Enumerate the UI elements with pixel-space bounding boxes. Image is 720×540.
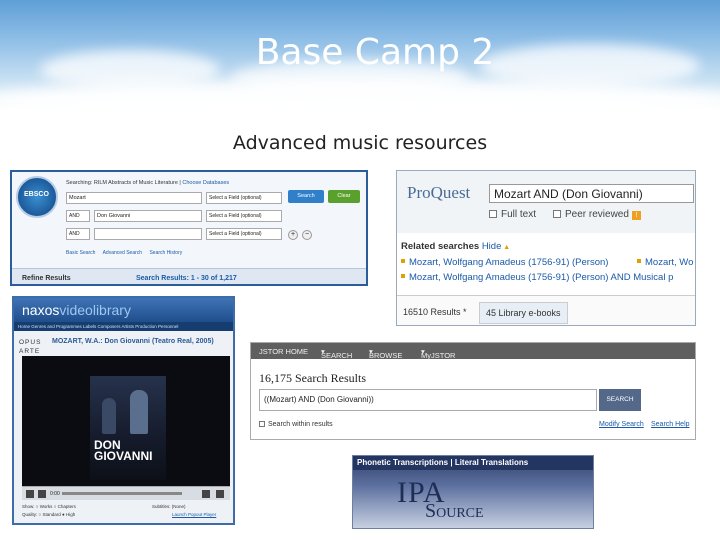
ebsco-logo: EBSCO (16, 176, 58, 218)
search-term-input[interactable] (94, 228, 202, 240)
search-term-input[interactable]: Don Giovanni (94, 210, 202, 222)
modify-search-link[interactable]: Modify Search (599, 421, 644, 428)
video-player[interactable]: DON GIOVANNI (22, 356, 230, 486)
jstor-search-input[interactable]: ((Mozart) AND (Don Giovanni)) (259, 389, 597, 411)
search-results-count: Search Results: 1 - 30 of 1,217 (136, 275, 237, 282)
related-search-link[interactable]: Mozart, Wo (637, 257, 693, 268)
play-icon[interactable] (26, 490, 34, 498)
refine-results-heading: Refine Results (22, 275, 71, 282)
boolean-operator-select[interactable]: AND (66, 228, 90, 240)
related-searches-heading: Related searches Hide ▲ (401, 241, 511, 252)
naxos-logo: naxosvideolibrary (22, 302, 131, 318)
chapters-radio[interactable]: ○ Chapters (54, 504, 76, 509)
high-radio[interactable]: ● High (62, 512, 75, 517)
ebsco-links: Basic Search Advanced Search Search Hist… (66, 250, 188, 256)
ipa-nav-bar[interactable]: Phonetic Transcriptions | Literal Transl… (353, 456, 593, 470)
ipa-source-screenshot: Phonetic Transcriptions | Literal Transl… (352, 455, 594, 529)
naxos-screenshot: naxosvideolibrary Home Genres and Progra… (12, 296, 235, 525)
boolean-operator-select[interactable]: AND (66, 210, 90, 222)
video-controls: 0:00 (22, 486, 230, 500)
seek-bar[interactable] (62, 492, 182, 495)
field-select[interactable]: Select a Field (optional) (206, 228, 282, 240)
stop-icon[interactable] (38, 490, 46, 498)
jstor-nav: JSTOR HOME SEARCH ▾ BROWSE ▾ MyJSTOR ▾ (251, 343, 695, 360)
proquest-header: ProQuest Mozart AND (Don Giovanni) Full … (397, 171, 695, 233)
peer-reviewed-checkbox[interactable]: Peer reviewed! (553, 209, 641, 220)
jstor-search-button[interactable]: SEARCH (599, 389, 641, 411)
info-icon[interactable]: ! (631, 211, 641, 220)
works-radio[interactable]: ○ Works (36, 504, 53, 509)
search-button[interactable]: Search (288, 190, 324, 203)
time-display: 0:00 (50, 491, 60, 497)
search-history-link[interactable]: Search History (149, 250, 182, 256)
jstor-screenshot: JSTOR HOME SEARCH ▾ BROWSE ▾ MyJSTOR ▾ 1… (250, 342, 696, 440)
standard-radio[interactable]: ○ Standard (39, 512, 61, 517)
video-title: MOZART, W.A.: Don Giovanni (Teatro Real,… (52, 338, 214, 345)
basic-search-link[interactable]: Basic Search (66, 250, 95, 256)
field-select[interactable]: Select a Field (optional) (206, 210, 282, 222)
proquest-result-tabs: 16510 Results * 45 Library e-books (397, 295, 695, 325)
hide-link[interactable]: Hide (482, 241, 502, 252)
clear-button[interactable]: Clear (328, 190, 360, 203)
ebsco-screenshot: EBSCO Searching: RILM Abstracts of Music… (10, 170, 368, 286)
proquest-logo: ProQuest (407, 183, 471, 202)
search-term-input[interactable]: Mozart (66, 192, 202, 204)
slide-subtitle: Advanced music resources (232, 132, 488, 154)
jstor-result-count: 16,175 Search Results (259, 371, 366, 385)
subtitles-select[interactable]: (None) (172, 504, 186, 509)
nav-browse[interactable]: BROWSE ▾ (369, 347, 402, 360)
launch-popout-link[interactable]: Launch Popout Player (172, 512, 216, 517)
choose-databases-link[interactable]: Choose Databases (182, 180, 229, 186)
tab-results[interactable]: 16510 Results * (397, 302, 473, 324)
ebsco-searching-line: Searching: RILM Abstracts of Music Liter… (66, 180, 230, 186)
slide-title: Base Camp 2 (255, 32, 495, 73)
ebsco-results-bar: Refine Results Search Results: 1 - 30 of… (12, 268, 366, 284)
proquest-screenshot: ProQuest Mozart AND (Don Giovanni) Full … (396, 170, 696, 326)
naxos-header: naxosvideolibrary (14, 298, 233, 322)
fullscreen-icon[interactable] (216, 490, 224, 498)
nav-search[interactable]: SEARCH ▾ (321, 347, 352, 360)
field-select[interactable]: Select a Field (optional) (206, 192, 282, 204)
naxos-nav[interactable]: Home Genres and Programmes Labels Compos… (14, 322, 233, 331)
volume-icon[interactable] (202, 490, 210, 498)
search-help-link[interactable]: Search Help (651, 421, 690, 428)
ipa-source-logo: IPA Source (397, 476, 484, 522)
proquest-search-input[interactable]: Mozart AND (Don Giovanni) (489, 184, 694, 203)
video-poster: DON GIOVANNI (90, 376, 166, 480)
related-search-link[interactable]: Mozart, Wolfgang Amadeus (1756-91) (Pers… (401, 257, 608, 268)
add-row-icon[interactable]: + (288, 230, 298, 240)
remove-row-icon[interactable]: − (302, 230, 312, 240)
nav-jstor-home[interactable]: JSTOR HOME (259, 347, 308, 356)
full-text-checkbox[interactable]: Full text (489, 209, 536, 220)
related-search-link[interactable]: Mozart, Wolfgang Amadeus (1756-91) (Pers… (401, 272, 673, 283)
tab-library-ebooks[interactable]: 45 Library e-books (479, 302, 568, 324)
nav-myjstor[interactable]: MyJSTOR ▾ (421, 347, 455, 360)
opus-arte-label: OPUS ARTE (19, 339, 42, 355)
search-within-checkbox[interactable]: Search within results (259, 421, 333, 428)
advanced-search-link[interactable]: Advanced Search (103, 250, 142, 256)
